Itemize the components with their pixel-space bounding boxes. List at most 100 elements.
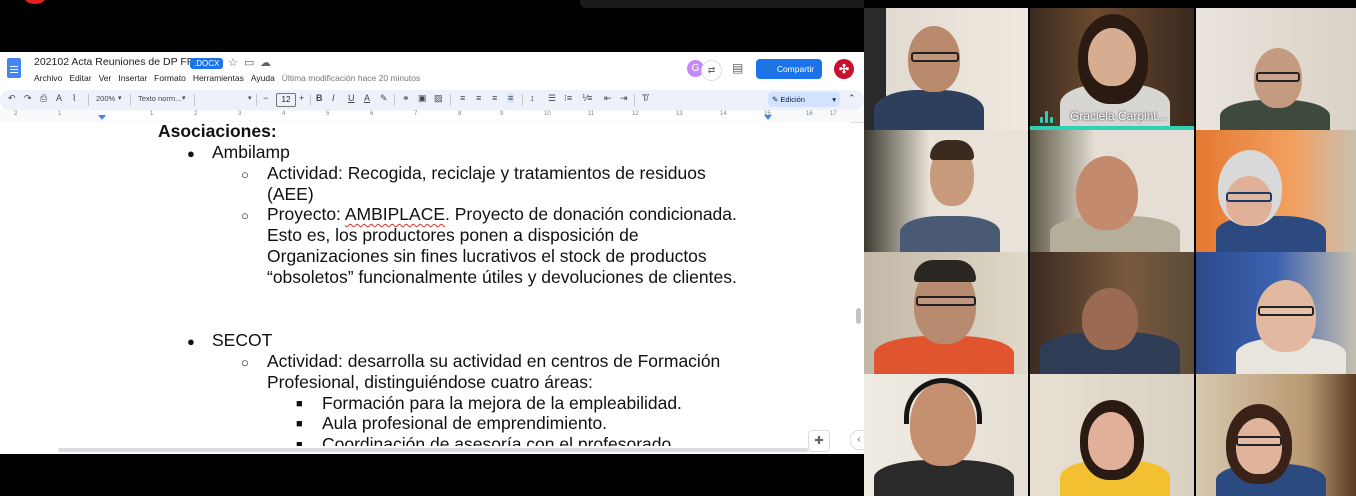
bold-icon[interactable]: B	[316, 93, 323, 103]
participant-tile[interactable]	[1196, 8, 1356, 130]
bullet-circle-icon: ○	[241, 208, 249, 223]
participant-tile[interactable]	[1196, 252, 1356, 374]
insert-image-icon[interactable]: ▨	[434, 93, 443, 104]
account-logo-icon[interactable]: ✣	[834, 59, 854, 79]
docs-logo-icon[interactable]	[7, 58, 21, 78]
ruler-number: 10	[544, 111, 551, 117]
participant-tile[interactable]	[864, 374, 1028, 496]
redo-icon[interactable]: ↷	[24, 93, 32, 104]
chevron-down-icon[interactable]: ▾	[248, 94, 252, 102]
glasses-icon	[1226, 192, 1272, 202]
glasses-icon	[916, 296, 976, 306]
clear-formatting-icon[interactable]: T̸	[642, 93, 648, 103]
chevron-down-icon[interactable]: ▾	[118, 94, 122, 102]
justify-icon[interactable]: ≡	[507, 93, 515, 103]
cloud-status-icon[interactable]: ☁	[260, 56, 271, 69]
side-panel-toggle-icon[interactable]: ‹	[850, 430, 864, 450]
line-spacing-icon[interactable]: ↕	[530, 93, 535, 103]
participant-tile[interactable]	[864, 130, 1028, 252]
spelling-flagged-word[interactable]: AMBIPLACE	[345, 204, 445, 224]
participant-tile-active-speaker[interactable]: Graciela Carpint...	[1030, 8, 1194, 130]
menu-insertar[interactable]: Insertar	[118, 73, 147, 83]
participant-tile[interactable]	[1196, 130, 1356, 252]
increase-font-icon[interactable]: +	[299, 93, 304, 103]
bottom-black-area	[0, 454, 864, 496]
text-color-icon[interactable]: A	[364, 93, 370, 103]
doc-line: Esto es, los productores ponen a disposi…	[267, 225, 639, 245]
doc-line: Profesional, distinguiéndose cuatro área…	[267, 372, 593, 392]
org-secot: SECOT	[212, 330, 273, 350]
last-edit-link[interactable]: Última modificación hace 20 minutos	[282, 73, 420, 83]
menu-herramientas[interactable]: Herramientas	[193, 73, 244, 83]
participant-tile[interactable]	[1196, 374, 1356, 496]
menu-ver[interactable]: Ver	[99, 73, 112, 83]
doc-titlebar: 202102 Acta Reuniones de DP FP .DOCX ☆ ▭…	[0, 52, 864, 88]
participant-hair	[914, 260, 976, 282]
link-icon[interactable]: ⚭	[402, 93, 410, 104]
menu-bar: Archivo Editar Ver Insertar Formato Herr…	[34, 73, 420, 83]
share-button[interactable]: 👤 Compartir	[756, 59, 822, 79]
bulleted-list-icon[interactable]: ⁝≡	[564, 93, 572, 104]
ruler-number: 3	[238, 111, 242, 117]
participant-face	[1236, 418, 1282, 474]
highlight-icon[interactable]: ✎	[380, 93, 388, 104]
participant-tile[interactable]	[1030, 374, 1194, 496]
decrease-font-icon[interactable]: −	[263, 93, 268, 103]
org-ambilamp: Ambilamp	[212, 142, 290, 162]
ruler-number: 14	[720, 111, 727, 117]
text-run: Proyecto:	[267, 204, 345, 224]
chevron-down-icon[interactable]: ▾	[182, 94, 186, 102]
bullet-disc-icon: ●	[187, 334, 195, 349]
undo-icon[interactable]: ↶	[8, 93, 16, 104]
italic-icon[interactable]: I	[332, 93, 335, 103]
increase-indent-icon[interactable]: ⇥	[620, 93, 628, 104]
align-left-icon[interactable]: ≡	[460, 93, 465, 103]
ruler-number: 13	[676, 111, 683, 117]
menu-archivo[interactable]: Archivo	[34, 73, 62, 83]
participant-tile[interactable]	[864, 252, 1028, 374]
horizontal-scrollbar[interactable]	[58, 448, 808, 452]
menu-formato[interactable]: Formato	[154, 73, 186, 83]
participant-tile[interactable]	[1030, 252, 1194, 374]
participant-hair	[930, 140, 974, 160]
paint-format-icon[interactable]: ⌇	[72, 93, 76, 104]
star-icon[interactable]: ☆	[228, 56, 238, 69]
spellcheck-icon[interactable]: A	[56, 93, 62, 103]
document-page[interactable]: Asociaciones: ● Ambilamp ○ Actividad: Re…	[0, 122, 850, 454]
print-icon[interactable]: ⎙	[40, 93, 47, 104]
font-size-input[interactable]: 12	[276, 93, 296, 107]
numbered-list-icon[interactable]: ⅟≡	[582, 93, 592, 104]
underline-icon[interactable]: U	[348, 93, 355, 103]
decrease-indent-icon[interactable]: ⇤	[604, 93, 612, 104]
zoom-select[interactable]: 200%	[96, 94, 115, 103]
participant-tile[interactable]	[1030, 130, 1194, 252]
collapse-menu-icon[interactable]: ⌃	[848, 93, 856, 104]
style-select[interactable]: Texto norm...	[138, 94, 181, 103]
chevron-down-icon: ▾	[832, 95, 836, 104]
headphones-icon	[904, 378, 982, 424]
align-right-icon[interactable]: ≡	[492, 93, 497, 103]
editing-mode-select[interactable]: ✎ Edición ▾	[768, 92, 840, 107]
participant-tile[interactable]	[864, 8, 1028, 130]
left-indent-handle[interactable]	[98, 115, 106, 120]
participant-face	[1256, 280, 1316, 352]
vertical-scrollbar[interactable]	[856, 308, 861, 324]
formatting-toolbar: ↶ ↷ ⎙ A ⌇ 200% ▾ Texto norm... ▾ ▾ − 12 …	[0, 90, 864, 110]
move-folder-icon[interactable]: ▭	[244, 56, 254, 69]
checklist-icon[interactable]: ☰	[548, 93, 556, 104]
participant-body	[900, 216, 1000, 252]
align-center-icon[interactable]: ≡	[476, 93, 481, 103]
menu-editar[interactable]: Editar	[69, 73, 91, 83]
right-indent-handle[interactable]	[764, 115, 772, 120]
speaking-indicator-icon	[1040, 111, 1054, 123]
bullet-circle-icon: ○	[241, 355, 249, 370]
comment-history-icon[interactable]: ▤	[732, 61, 743, 75]
document-title[interactable]: 202102 Acta Reuniones de DP FP	[34, 56, 194, 68]
insert-comment-icon[interactable]: ▣	[418, 93, 427, 104]
menu-ayuda[interactable]: Ayuda	[251, 73, 275, 83]
toolbar-divider	[130, 94, 131, 106]
present-icon[interactable]: ⇄	[701, 60, 722, 81]
ruler-number: 1	[58, 111, 62, 117]
participant-face	[1088, 28, 1136, 86]
explore-icon[interactable]: ✚	[808, 430, 830, 452]
